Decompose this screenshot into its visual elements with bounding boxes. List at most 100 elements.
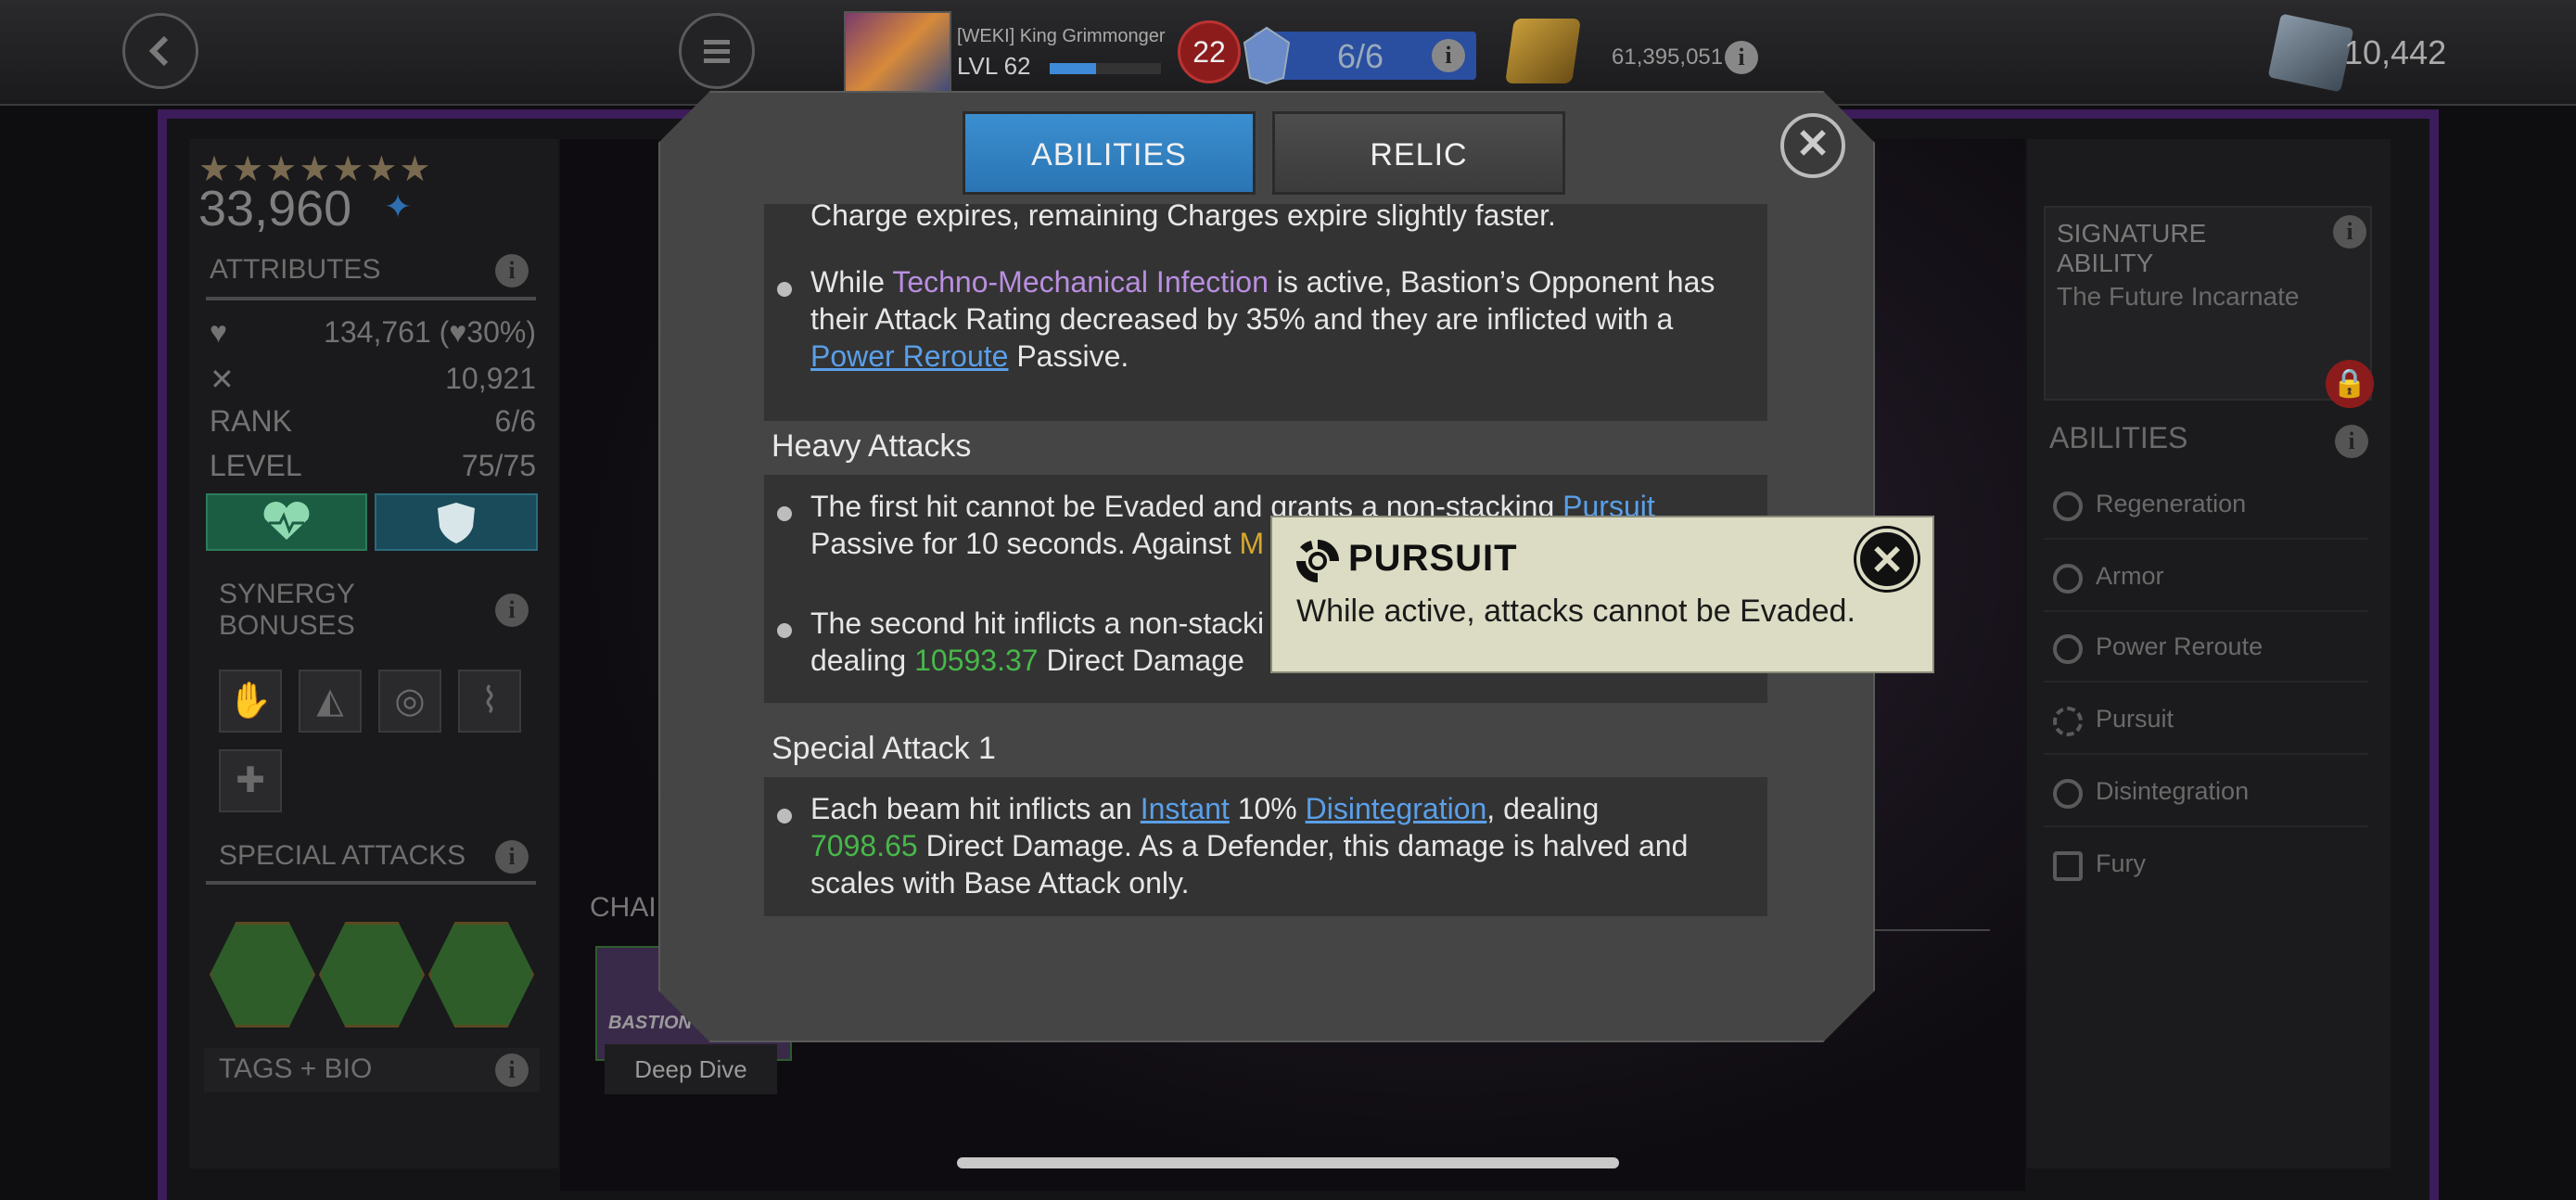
xp-bar (1050, 63, 1161, 74)
ability-pursuit[interactable]: Pursuit (2044, 686, 2368, 755)
lock-icon: 🔒 (2326, 360, 2374, 408)
signature-ability-box[interactable]: SIGNATURE ABILITY The Future Incarnate i (2044, 206, 2372, 401)
energy-info-icon[interactable]: i (1432, 39, 1465, 72)
units-value: 10,442 (2344, 33, 2447, 71)
close-icon: ✕ (1795, 121, 1830, 167)
health-upgrade-button[interactable] (206, 493, 367, 551)
ability-label: Regeneration (2096, 490, 2247, 517)
synergy-icon-3[interactable]: ◎ (378, 670, 441, 733)
signature-title: SIGNATURE ABILITY (2057, 219, 2207, 277)
ability-power-reroute[interactable]: Power Reroute (2044, 614, 2368, 683)
back-button[interactable] (122, 13, 198, 89)
home-indicator[interactable] (957, 1157, 1619, 1168)
ability-label: Fury (2096, 849, 2146, 877)
damage-value: 7098.65 (810, 829, 918, 862)
ability-regeneration[interactable]: Regeneration (2044, 471, 2368, 540)
synergy-icon-5[interactable]: ✚ (219, 749, 282, 812)
attack-value: 10,921 (445, 362, 536, 395)
instant-link[interactable]: Instant (1141, 792, 1230, 825)
synergy-icon-4[interactable]: ⌇ (458, 670, 521, 733)
bullet (777, 623, 792, 638)
synergy-info-icon[interactable]: i (495, 594, 529, 627)
health-value: 134,761 (324, 315, 431, 349)
energy-icon (1243, 26, 1291, 85)
divider (206, 881, 536, 885)
player-name: [WEKI] King Grimmonger (957, 26, 1166, 46)
prestige-rating: 33,960 (198, 181, 352, 236)
tooltip-close-button[interactable]: ✕ (1856, 529, 1918, 590)
xp-fill (1050, 63, 1097, 74)
shield-icon (438, 503, 475, 543)
ability-label: Pursuit (2096, 705, 2174, 733)
ability-box-special-1: Each beam hit inflicts an Instant 10% Di… (764, 777, 1767, 916)
health-row: ♥ 134,761 (♥30%) (210, 315, 536, 350)
abilities-heading: ABILITIES (2049, 421, 2188, 454)
ability-disintegration[interactable]: Disintegration (2044, 759, 2368, 827)
pursuit-icon (1296, 540, 1339, 582)
ability-armor[interactable]: Armor (2044, 543, 2368, 612)
back-arrow-icon (148, 35, 169, 67)
champion-section-label: CHAI (590, 892, 657, 923)
signature-info-icon[interactable]: i (2333, 215, 2366, 249)
health-icon: ♥ (210, 315, 227, 349)
top-bar: [WEKI] King Grimmonger LVL 62 22 6/6 i 6… (0, 0, 2576, 106)
level-badge: 22 (1178, 20, 1241, 83)
health-percent: (♥30%) (439, 315, 536, 349)
damage-value: 10593.37 (914, 644, 1039, 677)
special-attacks-info-icon[interactable]: i (495, 840, 529, 874)
ability-label: Armor (2096, 562, 2164, 590)
champion-card-text: BASTION (608, 1013, 692, 1033)
abilities-info-icon[interactable]: i (2335, 425, 2368, 458)
level-value: 75/75 (461, 449, 536, 482)
regeneration-icon (2053, 491, 2083, 521)
gold-info-icon[interactable]: i (1725, 41, 1758, 74)
energy-meter[interactable]: 6/6 i (1243, 26, 1476, 85)
rank-label: RANK (210, 404, 292, 438)
deep-dive-button[interactable]: Deep Dive (605, 1044, 777, 1094)
attributes-info-icon[interactable]: i (495, 254, 529, 287)
close-icon: ✕ (1869, 538, 1905, 583)
synergy-icon-2[interactable]: ◭ (299, 670, 362, 733)
passive-paragraph: While Techno-Mechanical Infection is act… (810, 265, 1715, 373)
rank-row: RANK 6/6 (210, 404, 536, 439)
tab-abilities[interactable]: ABILITIES (963, 111, 1256, 195)
tooltip-title: PURSUIT (1348, 538, 1518, 579)
bullet (777, 809, 792, 823)
pursuit-tooltip: PURSUIT While active, attacks cannot be … (1270, 516, 1934, 673)
tab-relic[interactable]: RELIC (1272, 111, 1565, 195)
gold-value: 61,395,051 (1612, 45, 1724, 70)
attack-row: ✕ 10,921 (210, 362, 536, 397)
partial-line: Charge expires, remaining Charges expire… (810, 204, 1556, 232)
menu-button[interactable] (679, 13, 755, 89)
rank-value: 6/6 (494, 404, 536, 438)
tags-bio-label: TAGS + BIO (219, 1053, 373, 1084)
attack-icon: ✕ (210, 363, 235, 396)
ability-box-passive: Charge expires, remaining Charges expire… (764, 204, 1767, 421)
level-row: LEVEL 75/75 (210, 449, 536, 483)
pursuit-icon (2053, 707, 2083, 736)
level-label: LEVEL (210, 449, 302, 482)
modal-close-button[interactable]: ✕ (1780, 113, 1845, 178)
power-reroute-link[interactable]: Power Reroute (810, 339, 1008, 373)
synergy-icon-1[interactable]: ✋ (219, 670, 282, 733)
ability-label: Power Reroute (2096, 632, 2264, 660)
ability-label: Disintegration (2096, 777, 2250, 805)
player-avatar[interactable] (844, 11, 951, 95)
divider (206, 297, 536, 300)
fury-icon (2053, 851, 2083, 881)
bullet (777, 282, 792, 297)
tags-info-icon[interactable]: i (495, 1053, 529, 1087)
player-profile[interactable]: [WEKI] King Grimmonger LVL 62 22 (844, 7, 1243, 95)
units-icon (2267, 13, 2354, 93)
menu-icon (704, 40, 730, 63)
tags-bio-button[interactable]: TAGS + BIO i (204, 1048, 540, 1092)
special-1-paragraph: Each beam hit inflicts an Instant 10% Di… (810, 792, 1689, 900)
heavy-attacks-heading: Heavy Attacks (772, 428, 972, 464)
ability-fury[interactable]: Fury (2044, 831, 2368, 898)
armor-upgrade-button[interactable] (375, 493, 538, 551)
techno-mechanical-infection-term[interactable]: Techno-Mechanical Infection (892, 265, 1269, 299)
disintegration-link[interactable]: Disintegration (1306, 792, 1487, 825)
tooltip-description: While active, attacks cannot be Evaded. (1296, 594, 1855, 629)
armor-icon (2053, 564, 2083, 594)
signature-name: The Future Incarnate (2057, 282, 2300, 311)
